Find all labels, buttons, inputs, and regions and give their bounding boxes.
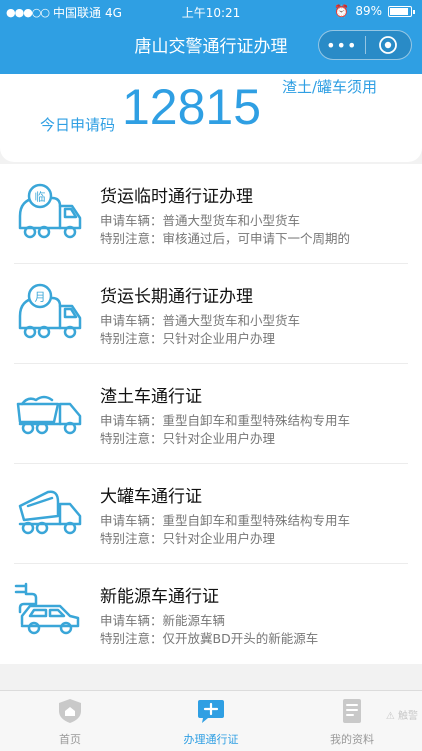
vehicle-label: 申请车辆： [100,313,163,328]
truck-long-icon: 月 [18,283,82,339]
status-bar: ●●●○○ 中国联通 4G 上午10:21 ⏰ 89% [0,0,422,22]
app-header: ●●●○○ 中国联通 4G 上午10:21 ⏰ 89% 唐山交警通行证办理 ••… [0,0,422,74]
month-badge: 月 [35,291,46,304]
close-mini-program-button[interactable] [365,35,411,55]
vehicle-value: 重型自卸车和重型特殊结构专用车 [162,513,351,528]
note-value: 只针对企业用户办理 [162,431,276,446]
permit-item-long-term[interactable]: 月 货运长期通行证办理 申请车辆：普通大型货车和小型货车 特别注意：只针对企业用… [0,264,422,364]
counter-label: 今日申请码 [40,116,116,134]
note-label: 特别注意： [100,231,163,246]
target-icon [379,36,398,54]
permit-title: 货运长期通行证办理 [100,287,253,307]
permit-list: 临 货运临时通行证办理 申请车辆：普通大型货车和小型货车 特别注意：审核通过后，… [0,164,422,664]
document-icon [343,699,361,723]
watermark: ⚠ 触警 [385,711,418,722]
permit-title: 渣土车通行证 [100,387,202,407]
mixer-truck-icon [18,490,82,535]
permit-title: 货运临时通行证办理 [100,187,253,207]
vehicle-label: 申请车辆： [100,413,163,428]
alarm-icon: ⏰ [334,4,350,18]
tab-label: 办理通行证 [183,733,239,746]
tab-apply-permit[interactable]: 办理通行证 [141,691,281,751]
bottom-tab-bar: 首页 办理通行证 我的资料 ⚠ 触警 [0,690,422,751]
permit-title: 大罐车通行证 [100,487,202,507]
dump-truck-icon [16,395,82,435]
shield-home-icon [59,699,81,723]
truck-temp-icon: 临 [18,183,82,239]
permit-item-tanker[interactable]: 大罐车通行证 申请车辆：重型自卸车和重型特殊结构专用车 特别注意：只针对企业用户… [0,464,422,564]
permit-item-new-energy[interactable]: 新能源车通行证 申请车辆：新能源车辆 特别注意：仅开放冀BD开头的新能源车 [0,564,422,664]
battery-level [390,7,408,15]
tab-my-profile[interactable]: 我的资料 ⚠ 触警 [282,691,422,751]
vehicle-value: 普通大型货车和小型货车 [162,213,301,228]
note-label: 特别注意： [100,431,163,446]
mini-program-capsule: ••• [318,30,412,60]
vehicle-value: 重型自卸车和重型特殊结构专用车 [162,413,351,428]
counter-note: 渣土/罐车须用 [282,78,378,96]
note-label: 特别注意： [100,631,163,646]
vehicle-value: 新能源车辆 [162,613,226,628]
tab-home[interactable]: 首页 [0,691,140,751]
note-value: 仅开放冀BD开头的新能源车 [162,631,319,646]
more-menu-button[interactable]: ••• [319,36,365,55]
counter-value: 12815 [122,79,262,135]
vehicle-label: 申请车辆： [100,213,163,228]
battery-percent: 89% [355,4,382,18]
permit-item-dump-truck[interactable]: 渣土车通行证 申请车辆：重型自卸车和重型特殊结构专用车 特别注意：只针对企业用户… [0,364,422,464]
vehicle-value: 普通大型货车和小型货车 [162,313,301,328]
note-value: 只针对企业用户办理 [162,331,276,346]
temp-badge: 临 [35,190,46,204]
vehicle-label: 申请车辆： [100,513,163,528]
tab-label: 我的资料 [330,733,374,746]
permit-title: 新能源车通行证 [100,587,219,607]
chat-plus-icon [198,700,224,723]
application-counter: 今日申请码 12815 渣土/罐车须用 [0,74,422,162]
permit-item-temporary[interactable]: 临 货运临时通行证办理 申请车辆：普通大型货车和小型货车 特别注意：审核通过后，… [0,164,422,264]
tab-label: 首页 [59,733,81,746]
note-label: 特别注意： [100,531,163,546]
electric-car-icon [14,582,80,635]
note-value: 只针对企业用户办理 [162,531,276,546]
note-label: 特别注意： [100,331,163,346]
note-value: 审核通过后，可申请下一个周期的 [162,231,351,246]
vehicle-label: 申请车辆： [100,613,163,628]
battery-icon [388,5,415,17]
